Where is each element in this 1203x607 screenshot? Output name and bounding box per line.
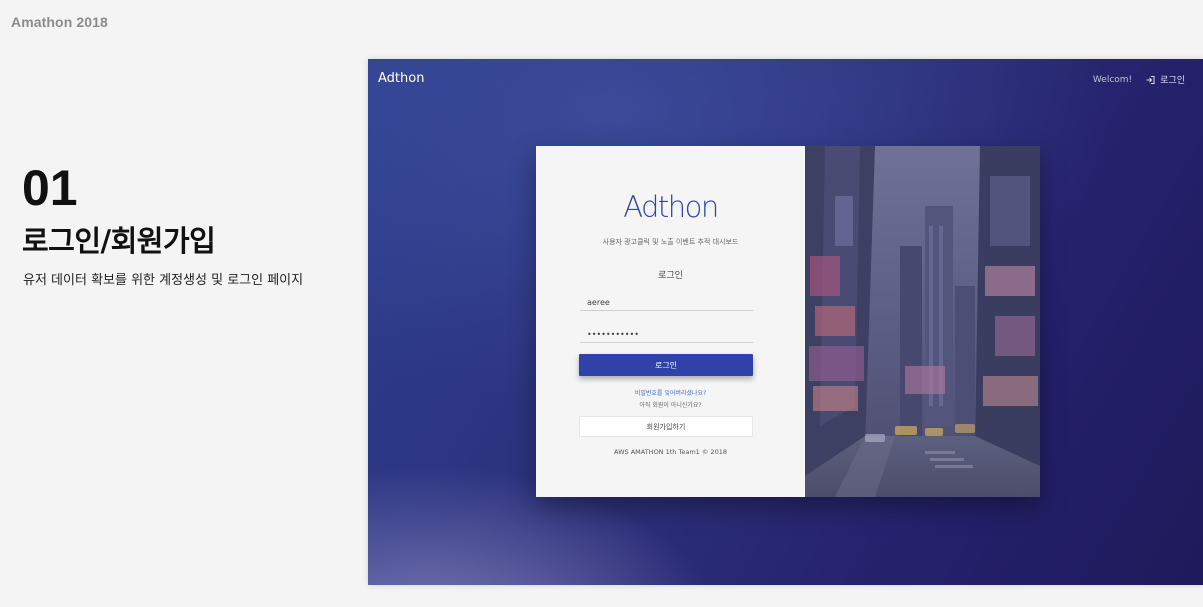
password-input[interactable]: ••••••••••• [580,325,753,343]
login-heading: 로그인 [658,271,683,281]
forgot-password-link[interactable]: 비밀번호를 잊어버리셨나요? [536,388,805,397]
navbar-login-label: 로그인 [1160,76,1185,86]
city-street-photo [805,146,1040,497]
navbar-brand[interactable]: Adthon [378,71,424,86]
sign-in-icon [1146,75,1155,84]
welcome-text: Welcom! [1092,74,1133,85]
login-button[interactable]: 로그인 [579,354,753,376]
slide-title: Amathon 2018 [11,14,108,30]
username-input[interactable]: aeree [580,293,753,311]
app-screenshot: Adthon Welcom! 로그인 Adthon 사용자 광고클릭 및 노출 … [368,59,1203,585]
navbar-right: Welcom! 로그인 [1092,73,1185,87]
signup-button[interactable]: 회원가입하기 [579,416,753,437]
section-number: 01 [22,160,78,216]
login-footer: AWS AMATHON 1th Team1 © 2018 [614,448,727,456]
logo: Adthon [623,190,719,224]
login-card: Adthon 사용자 광고클릭 및 노출 이벤트 추적 대시보드 로그인 aer… [536,146,1040,497]
navbar-login-link[interactable]: 로그인 [1146,73,1185,86]
city-street-illustration [805,146,1040,497]
login-form-panel: Adthon 사용자 광고클릭 및 노출 이벤트 추적 대시보드 로그인 aer… [536,146,805,497]
section-heading: 로그인/회원가입 [22,224,216,258]
login-subtitle: 사용자 광고클릭 및 노출 이벤트 추적 대시보드 [602,238,739,246]
section-description: 유저 데이터 확보를 위한 계정생성 및 로그인 페이지 [23,273,304,288]
no-account-text: 아직 회원이 아니신가요? [639,402,702,409]
